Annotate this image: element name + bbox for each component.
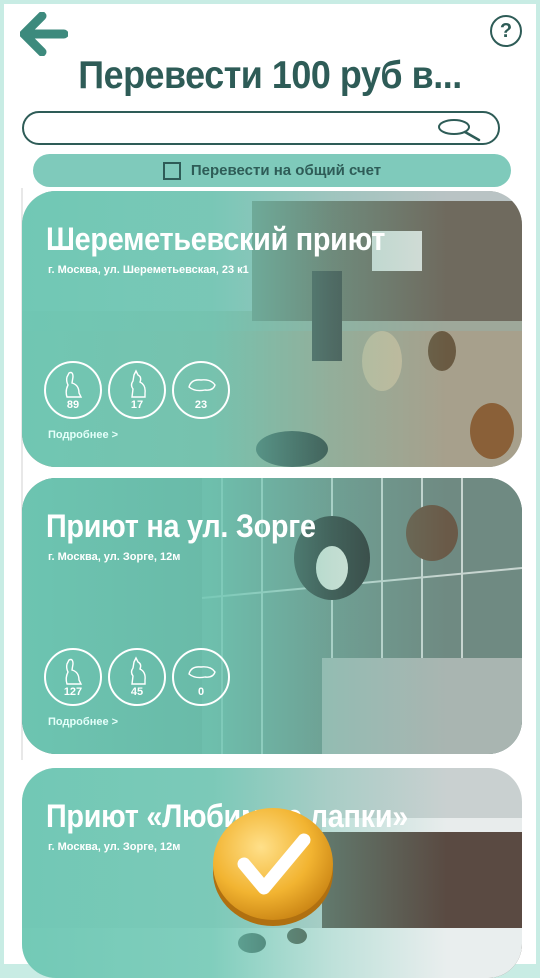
lying-dog-icon (188, 666, 216, 679)
shelter-name: Шереметьевский приют (46, 221, 386, 257)
puppy-icon (130, 369, 146, 398)
shelter-card-zorge[interactable]: Приют на ул. Зорге г. Москва, ул. Зорге,… (22, 478, 522, 754)
other-count-badge: 0 (172, 648, 230, 706)
dog-count-badge: 89 (44, 361, 102, 419)
puppy-count: 17 (130, 399, 144, 411)
search-icon[interactable] (436, 117, 482, 143)
puppy-count-badge: 45 (108, 648, 166, 706)
shelter-stats: 127 45 0 (44, 648, 230, 706)
checkmark-icon[interactable] (210, 802, 336, 928)
other-count-badge: 23 (172, 361, 230, 419)
sitting-dog-icon (65, 658, 83, 685)
search-bar (22, 111, 500, 145)
dog-count-badge: 127 (44, 648, 102, 706)
back-arrow-icon[interactable] (20, 12, 68, 56)
other-count: 23 (194, 399, 208, 411)
general-account-toggle[interactable]: Перевести на общий счет (33, 154, 511, 187)
shelter-address: г. Москва, ул. Зорге, 12м (48, 551, 181, 563)
page-title: Перевести 100 руб в... (78, 54, 462, 97)
help-button[interactable]: ? (490, 15, 522, 47)
other-count: 0 (197, 686, 205, 698)
dog-count: 89 (66, 399, 80, 411)
shelter-address: г. Москва, ул. Зорге, 12м (48, 841, 181, 853)
puppy-count: 45 (130, 686, 144, 698)
general-account-label: Перевести на общий счет (190, 162, 382, 179)
shelter-name: Приют на ул. Зорге (46, 508, 316, 544)
shelter-card-sheremetyevo[interactable]: Шереметьевский приют г. Москва, ул. Шере… (22, 191, 522, 467)
puppy-icon (130, 656, 146, 685)
general-account-checkbox[interactable] (162, 161, 181, 180)
shelter-address: г. Москва, ул. Шереметьевская, 23 к1 (48, 264, 249, 276)
more-link[interactable]: Подробнее > (48, 716, 118, 728)
more-link[interactable]: Подробнее > (48, 429, 118, 441)
search-input[interactable] (38, 117, 442, 141)
puppy-count-badge: 17 (108, 361, 166, 419)
sitting-dog-icon (65, 371, 83, 398)
dog-count: 127 (63, 686, 83, 698)
lying-dog-icon (188, 379, 216, 392)
shelter-stats: 89 17 23 (44, 361, 230, 419)
